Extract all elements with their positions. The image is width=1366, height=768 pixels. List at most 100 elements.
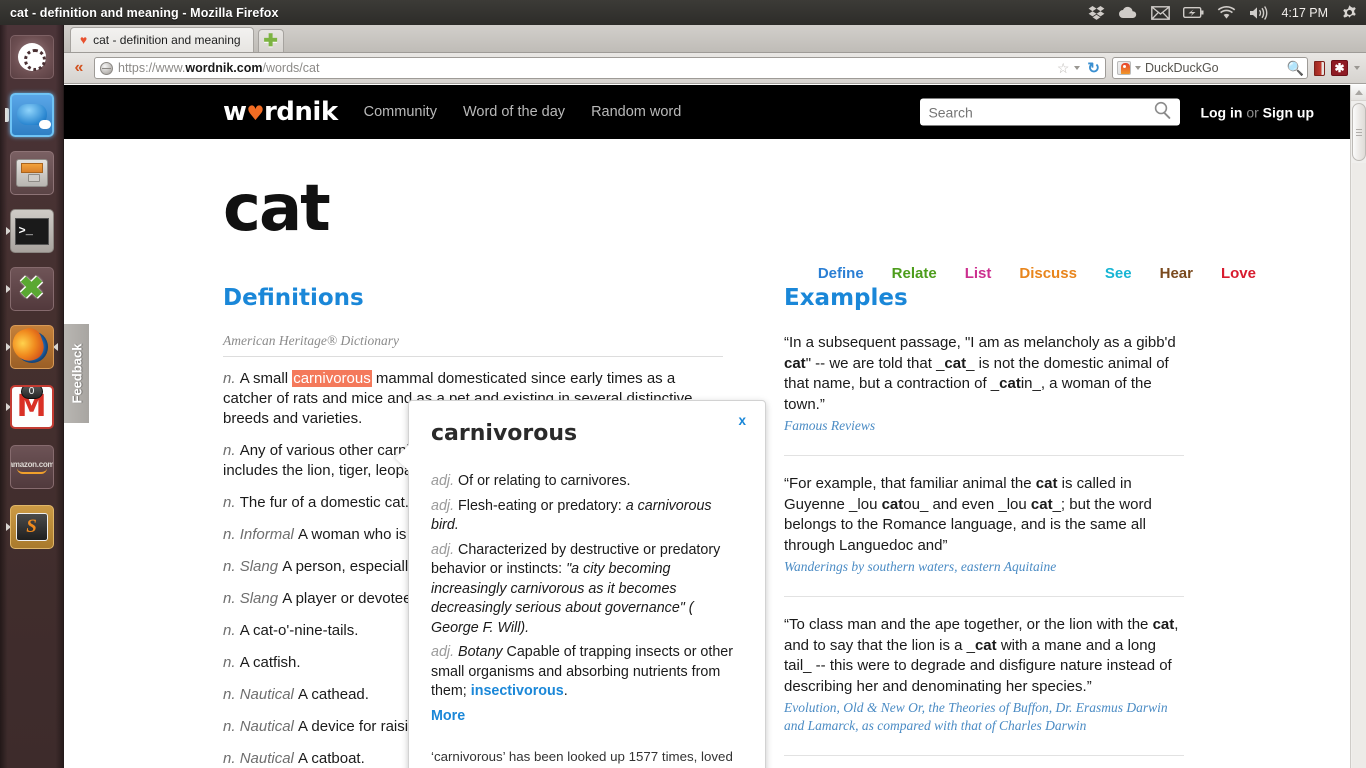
session-gear-icon[interactable]: [1341, 4, 1358, 21]
definition-usage-label: Informal: [239, 526, 299, 543]
navigation-toolbar: « https://www.wordnik.com/words/cat ☆ ↻ …: [64, 53, 1366, 84]
definition-usage-label: Slang: [239, 558, 283, 575]
more-link[interactable]: More: [431, 708, 465, 724]
close-icon[interactable]: x: [738, 413, 746, 428]
popup-part-of-speech: adj.: [431, 644, 459, 660]
definition-part-of-speech: n.: [223, 686, 240, 703]
popup-definition-item: adj. Characterized by destructive or pre…: [431, 541, 721, 636]
word-nav-love[interactable]: Love: [1221, 265, 1256, 282]
wifi-icon[interactable]: [1217, 5, 1236, 20]
definition-part-of-speech: n.: [223, 622, 240, 639]
launcher-item-terminal[interactable]: >_: [5, 207, 59, 255]
new-tab-button[interactable]: ✚: [257, 29, 284, 52]
addon-chevron-down-icon[interactable]: [1354, 66, 1360, 70]
wordnik-logo[interactable]: w♥rdnik: [223, 97, 338, 127]
example-citation[interactable]: Evolution, Old & New Or, the Theories of…: [784, 699, 1184, 735]
search-input[interactable]: [928, 104, 1154, 120]
nav-community[interactable]: Community: [364, 104, 437, 120]
definition-part-of-speech: n.: [223, 750, 240, 767]
popup-part-of-speech: adj.: [431, 473, 459, 489]
search-engine-chevron-down-icon[interactable]: [1135, 66, 1141, 70]
search-icon[interactable]: 🔍: [1287, 61, 1304, 75]
page-scrollbar[interactable]: [1350, 85, 1366, 768]
launcher-item-gmail[interactable]: M 0: [5, 383, 59, 431]
word-nav-discuss[interactable]: Discuss: [1019, 265, 1077, 282]
launcher-item-firefox[interactable]: [5, 323, 59, 371]
amazon-icon: amazon.com: [9, 445, 54, 489]
example-citation[interactable]: Wanderings by southern waters, eastern A…: [784, 558, 1184, 576]
popup-part-of-speech: adj.: [431, 541, 459, 558]
site-header: w♥rdnik Community Word of the day Random…: [64, 85, 1366, 139]
scrollbar-up-button[interactable]: [1351, 85, 1366, 101]
gmail-icon: M 0: [9, 385, 54, 429]
word-nav-list[interactable]: List: [965, 265, 992, 282]
launcher-item-files[interactable]: [5, 149, 59, 197]
dictionary-source: American Heritage® Dictionary: [223, 333, 723, 357]
bookmarks-sidebar-icon[interactable]: [1314, 60, 1325, 76]
example-keyword: cat: [999, 375, 1021, 392]
examples-heading: Examples: [784, 285, 908, 311]
ubuntu-logo-icon: [9, 35, 54, 79]
log-in-link[interactable]: Log in: [1200, 104, 1242, 120]
url-bar[interactable]: https://www.wordnik.com/words/cat ☆ ↻: [94, 57, 1106, 79]
clock[interactable]: 4:17 PM: [1281, 6, 1328, 20]
popup-part-of-speech: adj.: [431, 497, 459, 514]
highlighted-term[interactable]: carnivorous: [292, 370, 372, 387]
popup-word-title: carnivorous: [431, 421, 578, 446]
examples-list: “In a subsequent passage, "I am as melan…: [784, 333, 1184, 768]
reload-icon[interactable]: ↻: [1087, 61, 1100, 76]
example-divider: [784, 755, 1184, 756]
browser-tab[interactable]: ♥ cat - definition and meaning: [70, 27, 254, 52]
dropbox-icon[interactable]: [1088, 5, 1105, 21]
launcher-focus-pip: [4, 108, 9, 122]
scrollbar-track[interactable]: [1352, 163, 1366, 768]
definitions-heading: Definitions: [223, 285, 364, 311]
launcher-item-xmarks[interactable]: ✖: [5, 265, 59, 313]
nav-word-of-the-day[interactable]: Word of the day: [463, 104, 565, 120]
launcher-item-messaging[interactable]: [4, 91, 59, 139]
cloud-icon[interactable]: [1118, 6, 1138, 20]
example-citation[interactable]: Famous Reviews: [784, 417, 1184, 435]
popup-cross-reference-link[interactable]: insectivorous: [471, 683, 564, 699]
search-bar[interactable]: DuckDuckGo 🔍: [1112, 57, 1308, 79]
mail-icon[interactable]: [1151, 5, 1171, 20]
example-keyword: cat: [784, 354, 806, 372]
launcher-item-dash-home[interactable]: [5, 33, 59, 81]
word-nav-relate[interactable]: Relate: [892, 265, 937, 282]
search-icon[interactable]: [1153, 100, 1172, 124]
sublime-text-icon: S: [9, 505, 54, 549]
definition-part-of-speech: n.: [223, 370, 240, 387]
word-nav-define[interactable]: Define: [818, 265, 864, 282]
word-nav-see[interactable]: See: [1105, 265, 1132, 282]
launcher-item-sublime[interactable]: S: [5, 503, 59, 551]
popup-definition-item: adj. Of or relating to carnivores.: [431, 473, 631, 489]
popup-definition-item: adj. Botany Capable of trapping insects …: [431, 644, 734, 699]
volume-icon[interactable]: [1249, 5, 1268, 20]
lookup-count: 1577: [628, 748, 659, 764]
addon-icon[interactable]: ✱: [1331, 60, 1348, 76]
example-divider: [784, 596, 1184, 597]
site-search-box[interactable]: [920, 98, 1181, 126]
sign-up-link[interactable]: Sign up: [1263, 104, 1314, 120]
definition-part-of-speech: n.: [223, 654, 240, 671]
scrollbar-thumb[interactable]: [1352, 103, 1366, 161]
nav-random-word[interactable]: Random word: [591, 104, 681, 120]
definition-part-of-speech: n.: [223, 526, 240, 543]
example-divider: [784, 455, 1184, 456]
chevron-down-icon[interactable]: [1074, 66, 1081, 70]
example-keyword: cat: [974, 636, 997, 654]
feedback-label: Feedback: [69, 343, 85, 404]
word-nav-hear[interactable]: Hear: [1160, 265, 1193, 282]
definition-usage-label: Nautical: [239, 686, 299, 703]
chat-bubble-icon: [9, 93, 54, 137]
feedback-tab[interactable]: Feedback: [64, 323, 90, 424]
example-item: “In a subsequent passage, "I am as melan…: [784, 333, 1184, 435]
back-button[interactable]: «: [70, 60, 88, 76]
definition-usage-label: Nautical: [239, 750, 299, 767]
search-engine-name: DuckDuckGo: [1145, 61, 1219, 75]
bookmark-star-icon[interactable]: ☆: [1057, 61, 1070, 75]
window-title: cat - definition and meaning - Mozilla F…: [10, 5, 279, 20]
launcher-item-amazon[interactable]: amazon.com: [5, 443, 59, 491]
xmarks-icon: ✖: [9, 267, 54, 311]
battery-icon[interactable]: [1183, 6, 1204, 19]
